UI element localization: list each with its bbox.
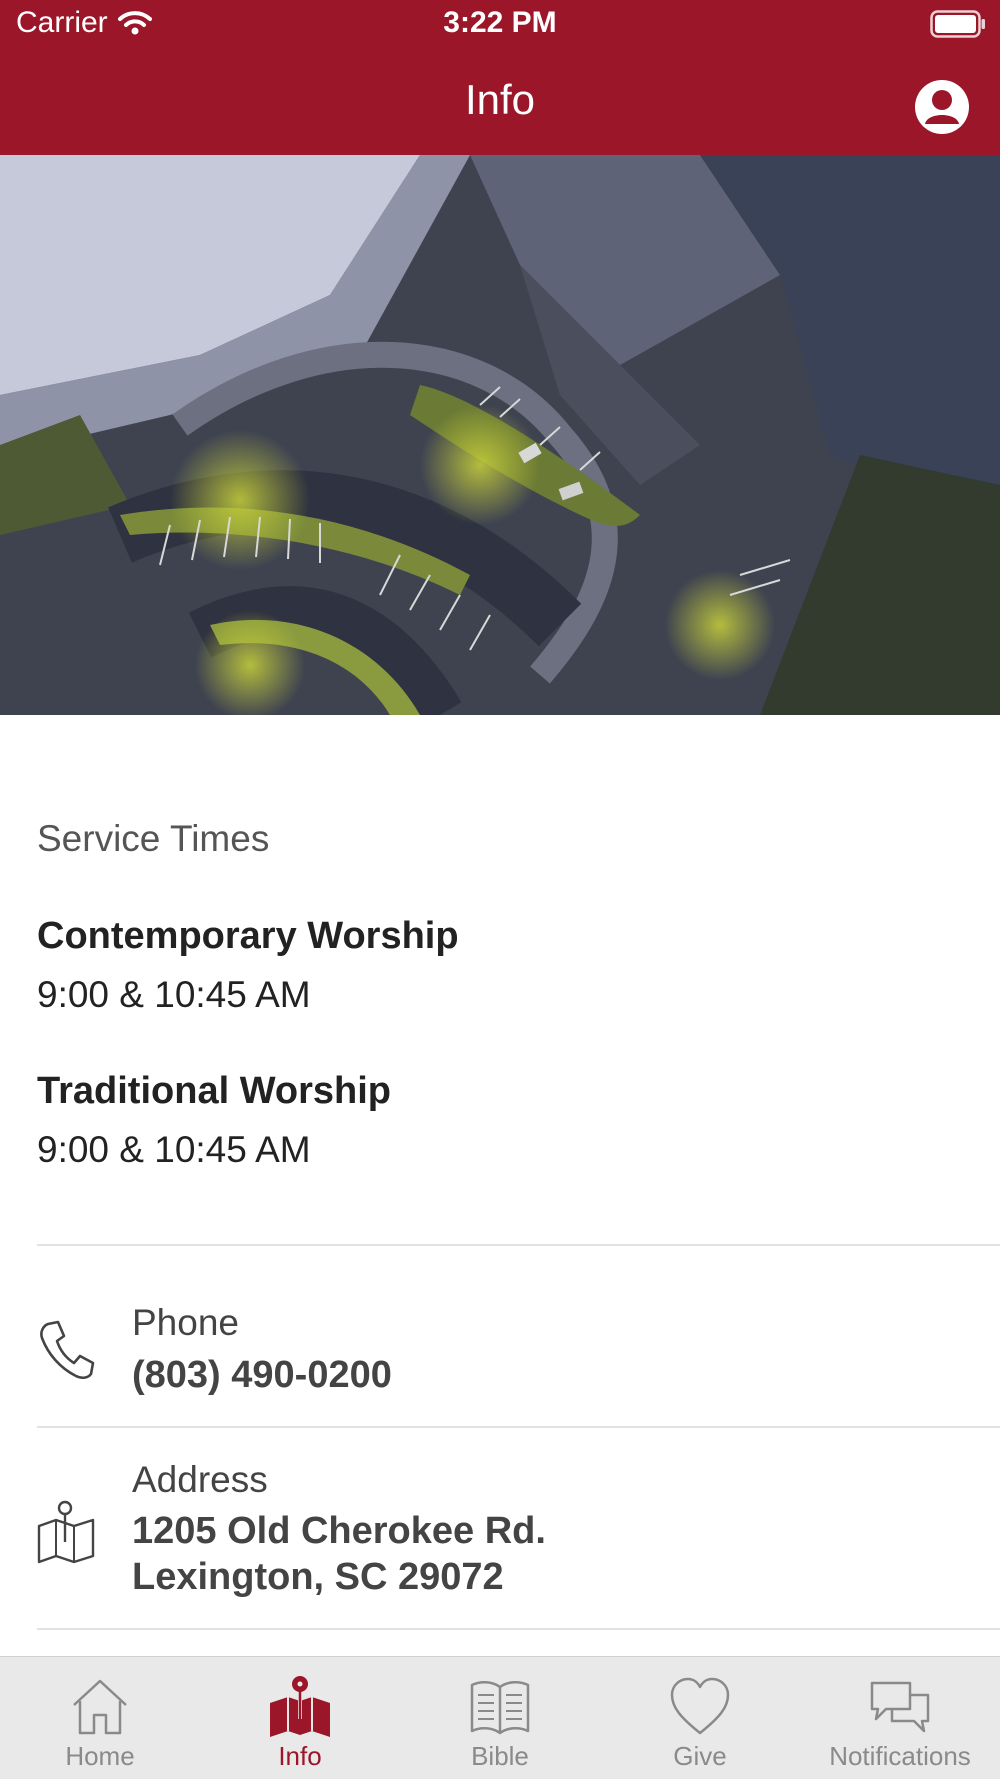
tab-label: Give [673,1741,727,1771]
battery-icon [930,10,985,38]
phone-icon [40,1320,95,1380]
tab-label: Bible [471,1741,529,1771]
tab-label: Info [278,1741,322,1771]
service-times-heading: Service Times [37,818,270,859]
divider [37,1628,1000,1630]
tab-label: Home [65,1741,135,1771]
tab-give[interactable]: Give [600,1657,800,1779]
phone-label: Phone [132,1302,239,1343]
address-line1[interactable]: 1205 Old Cherokee Rd. [132,1508,546,1554]
tab-bar: Home Info Bible Give Notifications [0,1656,1000,1779]
church-aerial-photo [0,155,1000,715]
map-pin-icon [37,1500,95,1564]
profile-icon[interactable] [913,78,971,136]
divider [37,1426,1000,1428]
chat-bubbles-icon [870,1681,930,1733]
status-time: 3:22 PM [443,6,557,39]
divider [37,1244,1000,1246]
page-title: Info [464,76,536,123]
service-time: 9:00 & 10:45 AM [37,974,311,1015]
address-line2[interactable]: Lexington, SC 29072 [132,1554,504,1600]
tab-label: Notifications [829,1741,971,1771]
heart-icon [670,1677,730,1735]
map-pin-icon [270,1676,330,1737]
tab-home[interactable]: Home [0,1657,200,1779]
phone-number[interactable]: (803) 490-0200 [132,1352,392,1398]
tab-info[interactable]: Info [200,1657,400,1779]
home-icon [73,1679,127,1735]
tab-bible[interactable]: Bible [400,1657,600,1779]
book-icon [470,1681,530,1735]
service-time: 9:00 & 10:45 AM [37,1129,311,1170]
service-name: Traditional Worship [37,1070,391,1112]
address-label: Address [132,1459,268,1500]
top-bar: Carrier 3:22 PM Info [0,0,1000,155]
service-name: Contemporary Worship [37,915,459,957]
tab-notifications[interactable]: Notifications [800,1657,1000,1779]
